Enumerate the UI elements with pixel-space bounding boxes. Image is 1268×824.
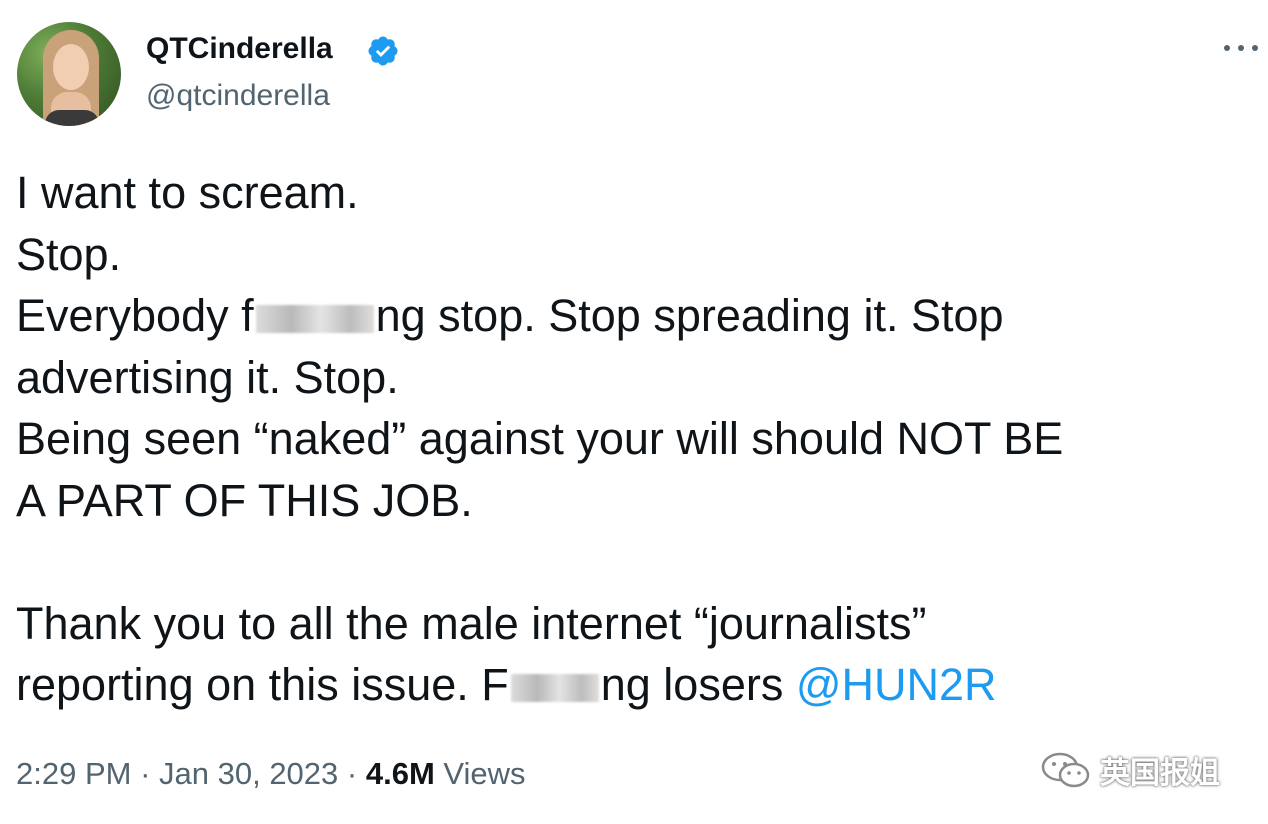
watermark: 英国报姐	[1040, 748, 1220, 792]
tweet-text: I want to scream. Stop. Everybody f ng st…	[16, 162, 1256, 716]
tweet-text-segment: ng losers	[600, 659, 796, 710]
censor-blur	[255, 305, 374, 334]
tweet-meta: 2:29 PM · Jan 30, 2023 · 4.6M Views	[16, 754, 526, 794]
views-label: Views	[434, 756, 526, 791]
tweet-line: advertising it. Stop.	[16, 351, 399, 403]
verified-badge-icon	[368, 36, 398, 66]
user-handle[interactable]: @qtcinderella	[146, 78, 330, 114]
tweet-date[interactable]: Jan 30, 2023	[159, 756, 338, 791]
avatar[interactable]	[17, 22, 121, 126]
avatar-clothes	[45, 110, 99, 126]
separator: ·	[338, 756, 366, 791]
tweet-line: A PART OF THIS JOB.	[16, 474, 473, 526]
wechat-icon	[1041, 752, 1090, 788]
tweet-line: Thank you to all the male internet “jour…	[16, 597, 927, 649]
separator: ·	[131, 756, 160, 791]
tweet-text-segment: Everybody f	[16, 290, 254, 341]
more-horizontal-icon[interactable]	[1222, 40, 1260, 56]
tweet-line: Being seen “naked” against your will sho…	[16, 413, 1064, 464]
tweet-line: I want to scream.	[16, 167, 359, 218]
tweet-line: Stop.	[16, 228, 122, 280]
avatar-face	[53, 44, 89, 90]
display-name[interactable]: QTCinderella	[146, 30, 333, 68]
tweet-time[interactable]: 2:29 PM	[16, 756, 131, 791]
tweet-line: Everybody f ng stop. Stop spreading it. S…	[16, 285, 1256, 347]
mention-link[interactable]: @HUN2R	[796, 659, 997, 710]
tweet-text-segment: reporting on this issue. F	[16, 659, 509, 710]
watermark-text: 英国报姐	[1100, 757, 1220, 790]
views-count: 4.6M	[365, 756, 435, 791]
tweet-line: reporting on this issue. F ng losers @HUN…	[16, 654, 1256, 716]
tweet-text-segment: ng stop. Stop spreading it. Stop	[375, 290, 1004, 341]
censor-blur	[510, 674, 599, 703]
